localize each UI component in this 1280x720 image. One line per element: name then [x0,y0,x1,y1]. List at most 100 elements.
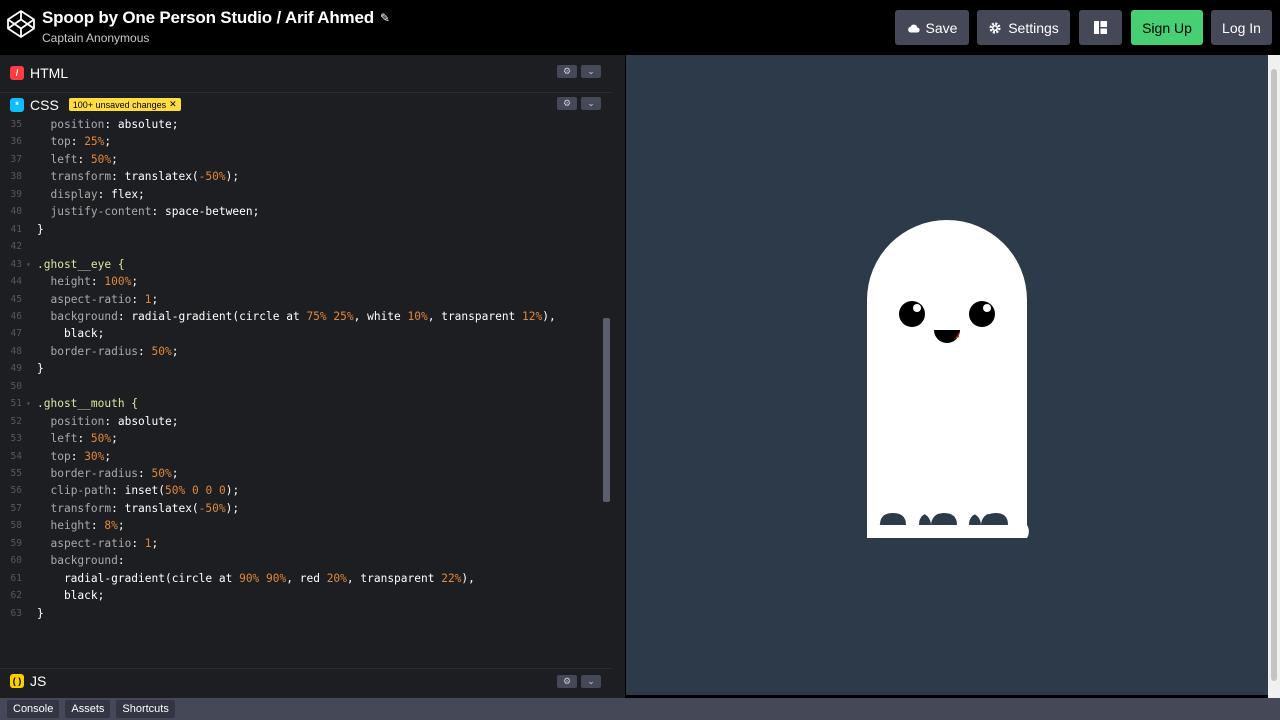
fold-arrow-icon[interactable]: ▾ [26,395,31,412]
code-line[interactable]: 38 transform: translatex(-50%); [0,168,600,185]
code-line[interactable]: 53 left: 50%; [0,430,600,447]
js-collapse-chevron-icon[interactable]: ⌄ [581,675,601,688]
code-line[interactable]: 58 height: 8%; [0,517,600,534]
cloud-icon [907,24,920,33]
code-line[interactable]: 39 display: flex; [0,186,600,203]
line-number: 56 [10,485,22,497]
css-pane-header[interactable]: * CSS 100+ unsaved changes ✕ ⚙ ⌄ [0,92,611,116]
code-line[interactable]: 61 radial-gradient(circle at 90% 90%, re… [0,570,600,587]
code-line[interactable]: 63} [0,605,600,622]
ghost-illustration [866,220,1029,538]
code-line[interactable]: 60 background: [0,552,600,569]
code-scrollbar-thumb[interactable] [603,318,610,502]
shortcuts-button[interactable]: Shortcuts [116,700,175,718]
code-text: position: absolute; [50,118,179,131]
code-line[interactable]: 35 position: absolute; [0,116,600,133]
code-line[interactable]: 46 background: radial-gradient(circle at… [0,308,600,325]
code-line[interactable]: 57 transform: translatex(-50%); [0,500,600,517]
css-collapse-chevron-icon[interactable]: ⌄ [581,97,601,110]
code-line[interactable]: 55 border-radius: 50%; [0,465,600,482]
fold-arrow-icon[interactable]: ▾ [26,256,31,273]
ghost-right-eye [969,301,995,327]
html-icon: / [10,66,24,80]
pen-author[interactable]: Captain Anonymous [42,31,390,45]
js-settings-gear-icon[interactable]: ⚙ [557,675,577,688]
code-line[interactable]: 52 position: absolute; [0,413,600,430]
code-text: } [37,362,44,376]
codepen-logo-icon[interactable] [6,9,36,39]
code-text: position: absolute; [50,414,179,428]
resize-gutter[interactable] [611,55,626,698]
code-line[interactable]: 54 top: 30%; [0,448,600,465]
line-number: 39 [10,188,22,200]
code-text: top: 25%; [50,135,112,149]
line-number: 36 [10,136,22,148]
line-number: 37 [10,153,22,165]
line-number: 51 [10,398,22,410]
save-label: Save [925,19,958,36]
change-view-button[interactable] [1079,10,1122,45]
code-line[interactable]: 51 ▾ .ghost__mouth { [0,395,600,412]
line-number: 53 [10,433,22,445]
unsaved-changes-text: 100+ unsaved changes [72,99,167,110]
code-text: left: 50%; [50,152,118,166]
code-line[interactable]: 42 [0,238,600,255]
console-button[interactable]: Console [7,700,60,718]
save-button[interactable]: Save [895,10,969,45]
html-collapse-chevron-icon[interactable]: ⌄ [581,65,601,78]
code-text: left: 50%; [50,432,118,446]
layout-icon [1094,21,1107,34]
html-settings-gear-icon[interactable]: ⚙ [557,65,577,78]
code-text: aspect-ratio: 1; [50,292,159,306]
code-line[interactable]: 50 [0,378,600,395]
pencil-icon[interactable]: ✎ [380,11,390,25]
code-line[interactable]: 43 ▾ .ghost__eye { [0,256,600,273]
sign-up-label: Sign Up [1142,19,1192,36]
code-line[interactable]: 59 aspect-ratio: 1; [0,535,600,552]
code-line[interactable]: 48 border-radius: 50%; [0,343,600,360]
code-line[interactable]: 47 black; [0,325,600,342]
code-text: display: flex; [50,187,145,201]
settings-button[interactable]: Settings [977,10,1070,45]
code-line[interactable]: 49} [0,360,600,377]
pen-title[interactable]: Spoop by One Person Studio / Arif Ahmed [42,8,374,28]
line-number: 61 [10,572,22,584]
code-text: justify-content: space-between; [50,205,260,219]
css-settings-gear-icon[interactable]: ⚙ [557,97,577,110]
preview-scrollbar-thumb[interactable] [1271,69,1277,681]
line-number: 63 [10,607,22,619]
bottom-bar: Console Assets Shortcuts [0,698,1280,720]
line-number: 62 [10,590,22,602]
code-line[interactable]: 37 left: 50%; [0,151,600,168]
code-line[interactable]: 40 justify-content: space-between; [0,203,600,220]
line-number: 57 [10,502,22,514]
code-line[interactable]: 44 height: 100%; [0,273,600,290]
result-preview[interactable] [626,55,1268,695]
code-line[interactable]: 56 clip-path: inset(50% 0 0 0); [0,482,600,499]
line-number: 40 [10,206,22,218]
js-pane-header[interactable]: ( ) JS ⚙ ⌄ [0,668,611,692]
code-line[interactable]: 62 black; [0,587,600,604]
assets-button[interactable]: Assets [65,700,111,718]
preview-scrollbar[interactable] [1268,55,1280,698]
html-pane-header[interactable]: / HTML ⚙ ⌄ [0,61,611,85]
line-number: 35 [10,119,22,130]
code-text: } [37,222,44,236]
css-pane-title: CSS [30,96,59,113]
code-text: } [37,606,44,620]
sign-up-button[interactable]: Sign Up [1131,10,1203,45]
code-text: clip-path: inset(50% 0 0 0); [50,484,240,498]
code-text: radial-gradient(circle at 90% 90%, red 2… [37,571,475,585]
log-in-button[interactable]: Log In [1211,10,1272,45]
line-number: 52 [10,415,22,427]
unsaved-changes-badge[interactable]: 100+ unsaved changes ✕ [68,98,181,111]
code-text: transform: translatex(-50%); [50,501,240,515]
code-line[interactable]: 36 top: 25%; [0,133,600,150]
close-icon[interactable]: ✕ [169,99,177,110]
code-line[interactable]: 41} [0,221,600,238]
line-number: 42 [10,241,22,253]
code-text: black; [37,589,105,603]
line-number: 43 [10,258,22,270]
code-line[interactable]: 45 aspect-ratio: 1; [0,291,600,308]
css-code-editor[interactable]: 35 position: absolute; 36 top: 25%; 37 lef… [0,116,600,636]
